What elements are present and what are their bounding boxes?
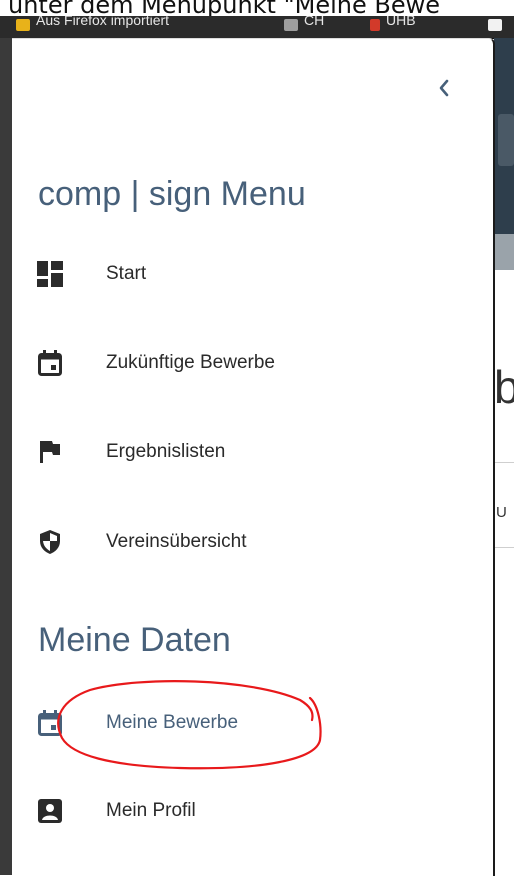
background-column-header: U: [496, 504, 507, 521]
flag-icon: [36, 438, 64, 466]
bookmark-firefox-import[interactable]: Aus Firefox importiert: [36, 16, 169, 28]
menu-item-my-profile[interactable]: Mein Profil: [32, 786, 472, 836]
bookmark-uhb[interactable]: UHB: [386, 16, 416, 28]
navigation-drawer: comp | sign Menu Start Zukünftige Bewerb…: [12, 38, 495, 876]
page-icon: [284, 19, 298, 31]
bookmarks-bar: Aus Firefox importiert CH UHB: [0, 16, 514, 39]
menu-item-future-events[interactable]: Zukünftige Bewerbe: [32, 338, 472, 388]
menu-item-label: Zukünftige Bewerbe: [106, 352, 275, 373]
folder-icon: [16, 19, 30, 31]
calendar-icon: [36, 709, 64, 737]
menu-item-results[interactable]: Ergebnislisten: [32, 427, 472, 477]
collapse-drawer-button[interactable]: [430, 73, 458, 103]
left-gutter: [0, 38, 12, 875]
close-icon[interactable]: [488, 19, 502, 31]
menu-title: comp | sign Menu: [38, 175, 306, 213]
menu-item-label: Vereinsübersicht: [106, 531, 247, 552]
background-band: [494, 234, 514, 270]
chevron-left-icon: [439, 79, 449, 97]
menu-item-start[interactable]: Start: [32, 249, 472, 299]
account-box-icon: [36, 797, 64, 825]
background-divider: [494, 462, 514, 463]
background-divider: [494, 547, 514, 548]
shield-icon: [36, 528, 64, 556]
background-page: b U: [494, 38, 514, 875]
menu-item-label: Start: [106, 263, 147, 284]
menu-item-label: Ergebnislisten: [106, 441, 226, 462]
uhb-icon: [370, 19, 380, 31]
my-data-title: Meine Daten: [38, 621, 231, 659]
menu-item-my-events[interactable]: Meine Bewerbe: [32, 698, 472, 748]
background-heading: b: [494, 361, 514, 413]
dashboard-icon: [36, 260, 64, 288]
menu-item-club-overview[interactable]: Vereinsübersicht: [32, 517, 472, 567]
menu-item-label: Mein Profil: [106, 800, 196, 821]
menu-item-label: Meine Bewerbe: [106, 712, 239, 733]
calendar-icon: [36, 349, 64, 377]
bookmark-ch[interactable]: CH: [304, 16, 324, 28]
background-tab: [498, 114, 514, 166]
